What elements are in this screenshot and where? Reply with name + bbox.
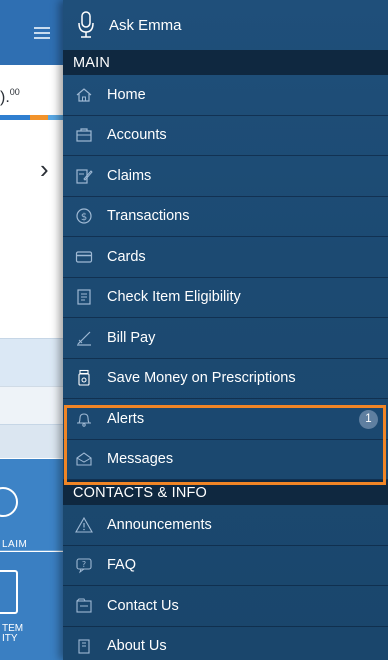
app-row-1[interactable] xyxy=(0,338,63,386)
hamburger-menu-icon[interactable] xyxy=(34,27,50,39)
background-app: ).00 › LAIM TEM ITY xyxy=(0,0,63,660)
card-icon xyxy=(75,248,93,266)
menu-item-faq[interactable]: ? FAQ xyxy=(63,546,388,586)
menu-item-label: About Us xyxy=(107,638,167,655)
ask-emma-button[interactable]: Ask Emma xyxy=(63,0,388,50)
menu-item-about-us[interactable]: About Us xyxy=(63,627,388,660)
menu-item-announcements[interactable]: Announcements xyxy=(63,505,388,546)
menu-item-label: Contact Us xyxy=(107,597,179,614)
section-header-contacts-info: CONTACTS & INFO xyxy=(63,480,388,505)
menu-item-label: Messages xyxy=(107,451,174,468)
menu-item-messages[interactable]: Messages xyxy=(63,440,388,480)
svg-text:$: $ xyxy=(81,212,87,223)
app-row-3[interactable] xyxy=(0,424,63,458)
plus-circle-icon xyxy=(0,487,18,517)
svg-text:?: ? xyxy=(82,560,86,569)
balance-display: ).00 xyxy=(0,65,63,115)
menu-item-label: Bill Pay xyxy=(107,329,156,346)
balance-amount: ).00 xyxy=(0,87,20,106)
menu-item-label: Cards xyxy=(107,248,146,265)
chevron-right-icon[interactable]: › xyxy=(40,156,49,182)
claims-edit-icon xyxy=(75,167,93,185)
menu-item-check-item-eligibility[interactable]: Check Item Eligibility xyxy=(63,278,388,318)
envelope-icon xyxy=(75,450,93,468)
check-sign-icon xyxy=(75,329,93,347)
menu-item-label: Save Money on Prescriptions xyxy=(107,370,296,387)
menu-item-label: Claims xyxy=(107,167,152,184)
alerts-count-badge: 1 xyxy=(359,410,378,429)
app-row-2[interactable] xyxy=(0,386,63,424)
ask-emma-label: Ask Emma xyxy=(109,16,182,34)
menu-item-label: Home xyxy=(107,86,146,103)
app-header xyxy=(0,0,63,65)
section-header-main: MAIN xyxy=(63,50,388,75)
menu-item-label: Alerts xyxy=(107,410,145,427)
menu-item-claims[interactable]: Claims xyxy=(63,156,388,197)
briefcase-icon xyxy=(75,126,93,144)
menu-item-label: Announcements xyxy=(107,516,212,533)
menu-item-label: Check Item Eligibility xyxy=(107,289,241,306)
microphone-icon xyxy=(78,11,94,38)
menu-item-alerts[interactable]: Alerts 1 xyxy=(63,399,388,440)
check-eligibility-tile[interactable]: TEM ITY xyxy=(0,552,63,660)
chat-question-icon: ? xyxy=(75,556,93,574)
menu-item-cards[interactable]: Cards xyxy=(63,237,388,278)
menu-item-save-money-on-prescriptions[interactable]: Save Money on Prescriptions xyxy=(63,359,388,399)
prescription-bottle-icon xyxy=(75,369,93,387)
submit-claim-tile[interactable]: LAIM xyxy=(0,459,63,551)
balance-card-body xyxy=(0,128,63,338)
menu-item-label: Accounts xyxy=(107,127,167,144)
menu-item-label: FAQ xyxy=(107,557,137,574)
document-icon xyxy=(0,570,18,614)
menu-item-label: Transactions xyxy=(107,208,190,225)
navigation-drawer: Ask Emma MAIN Home Accounts Claims $ Tra… xyxy=(63,0,388,660)
balance-progress-bar xyxy=(0,115,63,120)
home-icon xyxy=(75,86,93,104)
contact-card-icon xyxy=(75,597,93,615)
dollar-circle-icon: $ xyxy=(75,207,93,225)
building-icon xyxy=(75,637,93,655)
menu-item-home[interactable]: Home xyxy=(63,75,388,116)
tile-label: TEM ITY xyxy=(2,623,24,644)
menu-item-accounts[interactable]: Accounts xyxy=(63,116,388,156)
bell-icon xyxy=(75,410,93,428)
menu-item-transactions[interactable]: $ Transactions xyxy=(63,197,388,237)
warning-icon xyxy=(75,516,93,534)
checklist-icon xyxy=(75,288,93,306)
tile-label: LAIM xyxy=(2,539,28,550)
menu-item-bill-pay[interactable]: Bill Pay xyxy=(63,318,388,359)
menu-item-contact-us[interactable]: Contact Us xyxy=(63,586,388,627)
